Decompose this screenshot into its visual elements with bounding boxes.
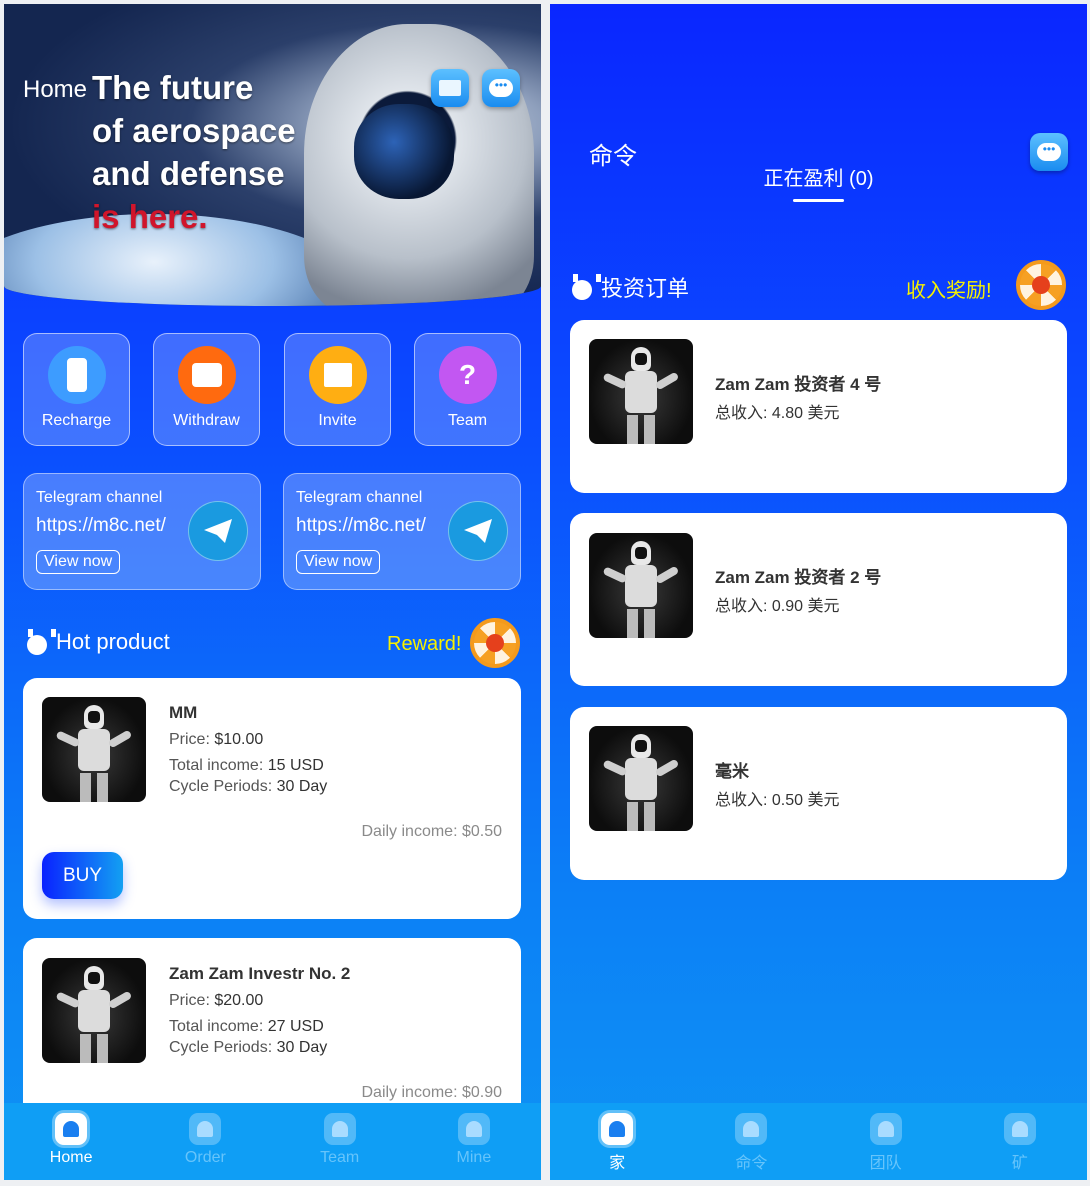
page-title: Home <box>23 76 88 103</box>
section-header: Hot product <box>26 629 170 655</box>
order-card[interactable]: 毫米 总收入: 0.50 美元 <box>570 707 1067 880</box>
withdraw-button[interactable]: Withdraw <box>153 333 260 446</box>
user-add-icon <box>735 1113 768 1145</box>
telegram-icon <box>188 501 248 561</box>
tab-profiting[interactable]: 正在盈利 (0) <box>550 162 1087 191</box>
product-image <box>42 697 146 802</box>
order-image <box>589 533 693 638</box>
document-icon <box>869 1113 902 1145</box>
home-screen: Home The future of aerospace and defense… <box>4 4 541 1180</box>
home-icon <box>601 1113 634 1145</box>
reward-label[interactable]: 收入奖励! <box>906 274 992 303</box>
nav-home[interactable]: Home <box>4 1103 138 1180</box>
bottom-nav: 家 命令 团队 矿 <box>550 1103 1087 1180</box>
order-card[interactable]: Zam Zam 投资者 2 号 总收入: 0.90 美元 <box>570 513 1067 686</box>
medal-icon <box>26 629 56 655</box>
banner-headline: The future of aerospace and defense is h… <box>92 69 296 235</box>
medal-icon <box>571 274 601 300</box>
nav-mine[interactable]: Mine <box>407 1103 541 1180</box>
nav-mine[interactable]: 矿 <box>953 1103 1087 1180</box>
prize-wheel-icon[interactable] <box>1016 260 1066 310</box>
order-image <box>589 339 693 444</box>
home-icon <box>55 1113 88 1145</box>
telegram-card[interactable]: Telegram channel https://m8c.net/ View n… <box>23 473 261 590</box>
orders-screen: 命令 正在盈利 (0) ••• 投资订单 收入奖励! Zam Zam 投资者 4… <box>550 4 1087 1180</box>
view-now-button[interactable]: View now <box>36 550 121 574</box>
order-card[interactable]: Zam Zam 投资者 4 号 总收入: 4.80 美元 <box>570 320 1067 493</box>
user-icon <box>457 1113 490 1145</box>
chat-icon[interactable]: ••• <box>482 69 520 107</box>
user-add-icon <box>189 1113 222 1145</box>
gift-icon <box>308 346 367 404</box>
section-header: 投资订单 <box>571 271 689 303</box>
mail-icon[interactable] <box>431 69 469 107</box>
nav-home[interactable]: 家 <box>550 1103 684 1180</box>
chat-icon[interactable]: ••• <box>1030 133 1068 171</box>
prize-wheel-icon[interactable] <box>470 618 520 668</box>
phone-icon <box>47 346 106 404</box>
astronaut-visor <box>354 104 454 199</box>
reward-label[interactable]: Reward! <box>387 633 461 656</box>
product-card: MM Price: $10.00 Total income: 15 USD Cy… <box>23 678 521 919</box>
nav-order[interactable]: Order <box>138 1103 272 1180</box>
recharge-button[interactable]: Recharge <box>23 333 130 446</box>
nav-team[interactable]: Team <box>273 1103 407 1180</box>
telegram-icon <box>448 501 508 561</box>
product-image <box>42 958 146 1063</box>
wallet-icon <box>177 346 236 404</box>
order-image <box>589 726 693 831</box>
telegram-card[interactable]: Telegram channel https://m8c.net/ View n… <box>283 473 521 590</box>
team-button[interactable]: ? Team <box>414 333 521 446</box>
invite-button[interactable]: Invite <box>284 333 391 446</box>
buy-button[interactable]: BUY <box>42 852 123 899</box>
bottom-nav: Home Order Team Mine <box>4 1103 541 1180</box>
tab-indicator <box>793 199 844 202</box>
nav-team[interactable]: 团队 <box>819 1103 953 1180</box>
hero-banner: Home The future of aerospace and defense… <box>4 4 541 306</box>
nav-order[interactable]: 命令 <box>684 1103 818 1180</box>
document-icon <box>323 1113 356 1145</box>
user-icon <box>1003 1113 1036 1145</box>
question-chat-icon: ? <box>438 346 497 404</box>
view-now-button[interactable]: View now <box>296 550 381 574</box>
